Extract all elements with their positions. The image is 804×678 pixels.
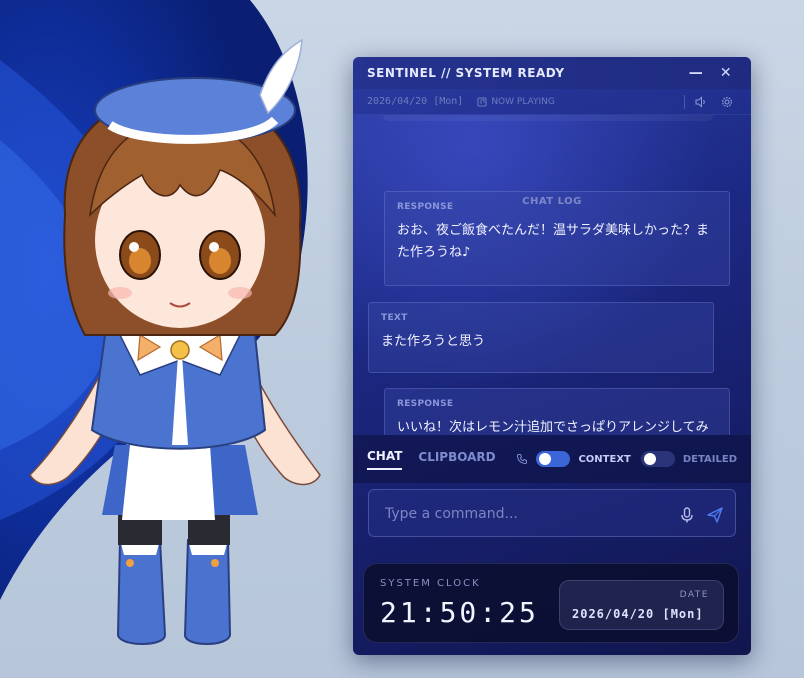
microphone-icon[interactable] xyxy=(677,505,697,525)
title-bar[interactable]: SENTINEL // SYSTEM READY — ✕ xyxy=(353,57,751,89)
context-toggle-label: CONTEXT xyxy=(578,453,631,465)
message-label: RESPONSE xyxy=(397,399,454,409)
window-title: SENTINEL // SYSTEM READY xyxy=(367,66,565,80)
message-text: いいね！次はレモン汁追加でさっぱりアレンジしてみようか♪ xyxy=(397,420,709,435)
tab-chat[interactable]: CHAT xyxy=(367,449,403,470)
chat-log[interactable]: RESPONSE おお、夜ご飯食べたんだ！温サラダ美味しかった？また作ろうね♪ … xyxy=(353,115,751,435)
minimize-button[interactable]: — xyxy=(685,62,707,84)
context-toggle[interactable] xyxy=(536,451,571,467)
date-value: 2026/04/20 [Mon] xyxy=(572,607,704,621)
message-label: TEXT xyxy=(381,313,408,323)
status-date: 2026/04/20 [Mon] xyxy=(367,96,464,107)
mascot-character xyxy=(20,35,340,665)
detailed-toggle-label: DETAILED xyxy=(682,453,737,465)
message-text: また作ろうと思う xyxy=(381,334,486,349)
system-clock: SYSTEM CLOCK 21:50:25 DATE 2026/04/20 [M… xyxy=(363,563,739,643)
close-button[interactable]: ✕ xyxy=(715,62,737,84)
tab-clipboard[interactable]: CLIPBOARD xyxy=(418,450,495,469)
clock-label: SYSTEM CLOCK xyxy=(380,578,481,589)
status-bar: 2026/04/20 [Mon] NOW PLAYING xyxy=(353,89,751,115)
send-icon[interactable] xyxy=(705,505,725,525)
toggle-knob xyxy=(539,453,552,465)
now-playing: NOW PLAYING xyxy=(477,97,555,107)
gear-icon[interactable] xyxy=(717,92,737,112)
message-card-response: RESPONSE いいね！次はレモン汁追加でさっぱりアレンジしてみようか♪ xyxy=(384,388,730,435)
date-box: DATE 2026/04/20 [Mon] xyxy=(559,580,724,630)
message-text: おお、夜ご飯食べたんだ！温サラダ美味しかった？また作ろうね♪ xyxy=(397,223,710,260)
date-label: DATE xyxy=(679,590,709,600)
toggle-knob xyxy=(643,453,656,465)
chat-log-label: CHAT LOG xyxy=(522,196,582,207)
message-card-text: TEXT また作ろうと思う xyxy=(368,302,714,373)
command-input[interactable] xyxy=(383,490,667,538)
now-playing-label: NOW PLAYING xyxy=(491,96,555,107)
phone-icon[interactable] xyxy=(516,453,528,465)
assistant-panel: SENTINEL // SYSTEM READY — ✕ 2026/04/20 … xyxy=(353,57,751,655)
mode-tabs: CHAT CLIPBOARD CONTEXT DETAILED xyxy=(353,435,751,483)
music-icon xyxy=(477,97,487,106)
command-input-box xyxy=(368,489,736,538)
detailed-toggle[interactable] xyxy=(640,451,675,467)
message-card-previous xyxy=(383,115,713,121)
volume-icon[interactable] xyxy=(691,92,711,112)
clock-time: 21:50:25 xyxy=(380,596,539,629)
divider xyxy=(684,94,685,109)
